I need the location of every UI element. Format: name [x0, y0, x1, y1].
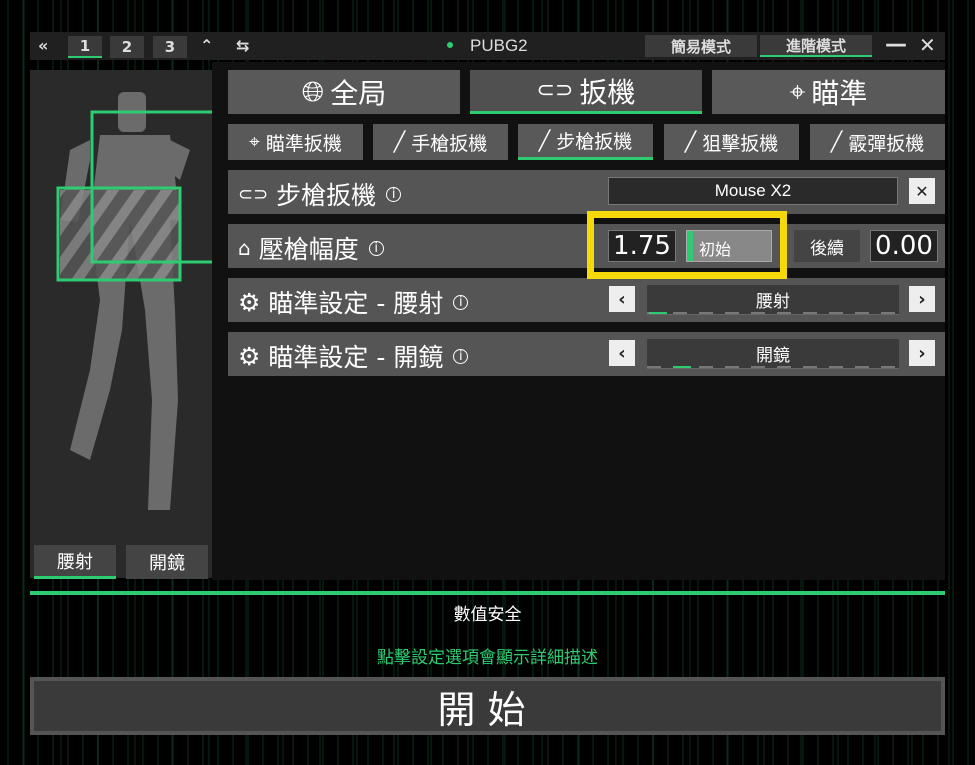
figure-hip-button[interactable]: 腰射: [34, 545, 116, 579]
trigger-icon: ⊂⊃: [238, 183, 269, 205]
aim-hip-next-button[interactable]: ›: [909, 286, 935, 312]
recoil-followup-label: 後續: [794, 230, 860, 262]
profile-1-button[interactable]: 1: [68, 36, 102, 58]
aim-scope-next-button[interactable]: ›: [909, 340, 935, 366]
trigger-key-field[interactable]: Mouse X2: [608, 177, 898, 205]
trigger-key-row: ⊂⊃ 步槍扳機 i Mouse X2 ✕: [228, 170, 945, 214]
window-title: PUBG2: [470, 36, 528, 55]
info-icon[interactable]: i: [453, 294, 469, 310]
trigger-key-label: ⊂⊃ 步槍扳機 i: [238, 176, 402, 212]
tab-trigger-label: 扳機: [579, 75, 636, 109]
crosshair-icon: ⌖: [249, 131, 260, 153]
shotgun-icon: ╱: [830, 131, 843, 153]
status-dot: [447, 42, 453, 48]
subtab-aim-trigger[interactable]: ⌖ 瞄準扳機: [228, 124, 363, 160]
aim-scope-value: 開鏡: [756, 346, 790, 366]
pistol-icon: ╱: [393, 131, 406, 153]
option-indicator-active: [673, 366, 691, 368]
subtab-sniper-trigger-label: 狙擊扳機: [702, 132, 779, 155]
sniper-icon: ╱: [684, 131, 697, 153]
sync-icon[interactable]: ⇆: [236, 36, 249, 55]
body-figure: [56, 92, 212, 510]
aim-hip-value: 腰射: [756, 292, 790, 312]
aim-scope-prev-button[interactable]: ‹: [609, 340, 635, 366]
aim-scope-row: ⚙ 瞄準設定 - 開鏡 i ‹ 開鏡 ›: [228, 332, 945, 376]
collapse-icon[interactable]: «: [38, 36, 48, 55]
gear-icon: ⚙: [238, 341, 261, 371]
recoil-followup-input[interactable]: 0.00: [870, 230, 938, 262]
aim-scope-label: ⚙ 瞄準設定 - 開鏡 i: [238, 338, 469, 374]
figure-scope-button[interactable]: 開鏡: [126, 545, 208, 579]
tab-aim-label: 瞄準: [811, 77, 868, 110]
aim-hip-select[interactable]: 腰射: [647, 285, 899, 315]
crosshair-icon: ⌖: [789, 75, 806, 108]
tab-aim[interactable]: ⌖ 瞄準: [712, 70, 945, 114]
globe-icon: 🌐︎: [301, 75, 325, 108]
option-indicator: [647, 312, 899, 314]
recoil-label: ⌂ 壓槍幅度 i: [238, 230, 384, 266]
subtab-shotgun-trigger[interactable]: ╱ 霰彈扳機: [810, 124, 945, 160]
aim-hip-row: ⚙ 瞄準設定 - 腰射 i ‹ 腰射 ›: [228, 278, 945, 322]
start-button[interactable]: 開始: [30, 677, 945, 735]
gear-icon: ⚙: [238, 287, 261, 317]
recoil-text: 壓槍幅度: [258, 235, 359, 264]
highlight-box: [587, 211, 787, 279]
subtab-aim-trigger-label: 瞄準扳機: [265, 132, 342, 155]
aim-scope-text: 瞄準設定 - 開鏡: [268, 343, 444, 372]
profile-2-button[interactable]: 2: [110, 36, 144, 58]
title-bar: « 1 2 3 ⌃ ⇆ PUBG2 簡易模式 進階模式 — ✕: [30, 32, 945, 60]
clear-key-button[interactable]: ✕: [909, 178, 935, 204]
info-icon[interactable]: i: [453, 348, 469, 364]
subtab-pistol-trigger[interactable]: ╱ 手槍扳機: [373, 124, 508, 160]
subtab-pistol-trigger-label: 手槍扳機: [411, 132, 488, 155]
subtab-sniper-trigger[interactable]: ╱ 狙擊扳機: [664, 124, 799, 160]
tab-global[interactable]: 🌐︎ 全局: [228, 70, 460, 114]
tab-global-label: 全局: [330, 77, 387, 110]
aim-hip-text: 瞄準設定 - 腰射: [268, 289, 444, 318]
aim-hip-label: ⚙ 瞄準設定 - 腰射 i: [238, 284, 469, 320]
option-indicator-active: [649, 312, 667, 314]
subtab-rifle-trigger-label: 步槍扳機: [556, 131, 633, 153]
aim-hip-prev-button[interactable]: ‹: [609, 286, 635, 312]
advanced-mode-button[interactable]: 進階模式: [760, 35, 872, 57]
info-icon[interactable]: i: [386, 186, 402, 202]
tab-trigger[interactable]: ⊂⊃ 扳機: [470, 70, 702, 114]
profile-3-button[interactable]: 3: [153, 36, 187, 58]
simple-mode-button[interactable]: 簡易模式: [645, 35, 757, 57]
trigger-key-text: 步槍扳機: [276, 181, 377, 210]
subtab-shotgun-trigger-label: 霰彈扳機: [848, 132, 925, 155]
close-icon[interactable]: ✕: [919, 33, 936, 57]
info-icon[interactable]: i: [368, 240, 384, 256]
aim-scope-select[interactable]: 開鏡: [647, 339, 899, 369]
subtab-rifle-trigger[interactable]: ╱ 步槍扳機: [518, 124, 653, 160]
upload-icon[interactable]: ⌃: [200, 36, 213, 55]
body-figure-panel: [30, 70, 212, 578]
minimize-icon[interactable]: —: [885, 32, 907, 57]
trigger-icon: ⊂⊃: [536, 78, 574, 103]
footer-divider: [30, 591, 945, 595]
status-text: 數值安全: [453, 605, 522, 625]
rifle-icon: ╱: [538, 129, 551, 152]
hint-text: 點擊設定選項會顯示詳細描述: [377, 648, 598, 668]
weight-icon: ⌂: [238, 236, 251, 260]
